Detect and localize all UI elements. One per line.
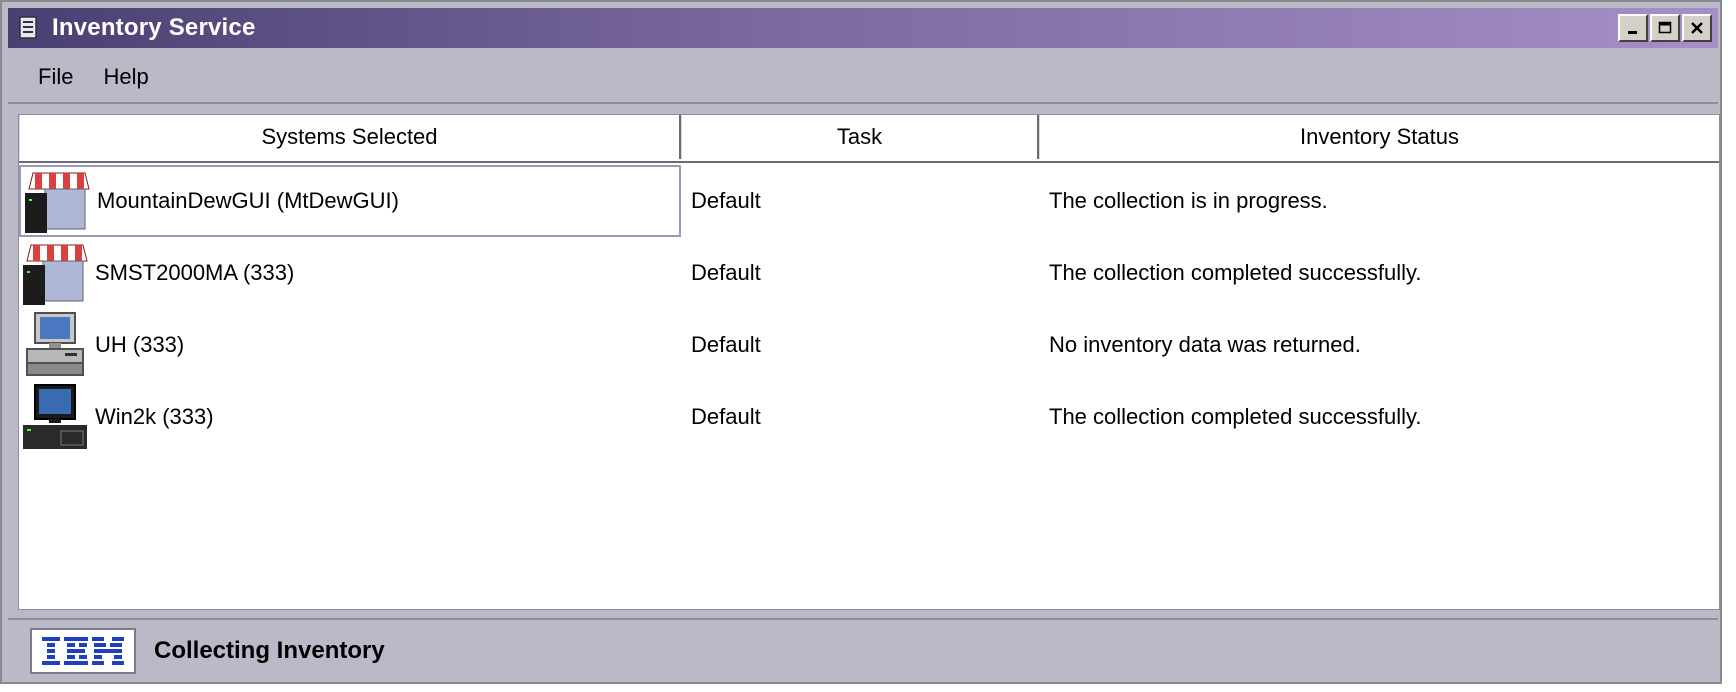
minimize-icon [1628, 31, 1637, 34]
task-cell: Default [691, 188, 761, 213]
task-cell: Default [691, 404, 761, 429]
store-server-icon [21, 165, 93, 237]
table-header: Systems Selected Task Inventory Status [19, 115, 1719, 163]
table-row[interactable]: UH (333) Default No inventory data was r… [19, 309, 1719, 381]
status-cell: No inventory data was returned. [1049, 332, 1361, 357]
ibm-logo-icon [42, 637, 124, 665]
maximize-button[interactable] [1650, 14, 1680, 42]
table-row[interactable]: Win2k (333) Default The collection compl… [19, 381, 1719, 453]
close-icon [1691, 22, 1703, 34]
menu-bar: File Help [8, 52, 1718, 104]
store-server-icon [19, 237, 91, 309]
desktop-computer-icon [19, 381, 91, 453]
system-cell[interactable]: UH (333) [19, 309, 681, 381]
status-bar: Collecting Inventory [8, 618, 1718, 682]
status-cell: The collection completed successfully. [1049, 404, 1422, 429]
window-controls [1618, 14, 1712, 42]
maximize-icon [1658, 21, 1672, 34]
window-title: Inventory Service [52, 14, 256, 41]
title-bar[interactable]: Inventory Service [8, 8, 1718, 48]
systems-table: Systems Selected Task Inventory Status M… [18, 114, 1720, 610]
status-cell: The collection completed successfully. [1049, 260, 1422, 285]
table-row[interactable]: SMST2000MA (333) Default The collection … [19, 237, 1719, 309]
system-name: Win2k (333) [95, 404, 214, 429]
system-cell[interactable]: SMST2000MA (333) [19, 237, 681, 309]
ibm-logo [30, 628, 136, 674]
app-icon[interactable] [16, 15, 42, 41]
column-header-inventory-status[interactable]: Inventory Status [1039, 115, 1719, 159]
system-name: UH (333) [95, 332, 185, 357]
table-row[interactable]: MountainDewGUI (MtDewGUI) Default The co… [19, 165, 1719, 237]
system-cell[interactable]: MountainDewGUI (MtDewGUI) [19, 165, 681, 237]
close-button[interactable] [1682, 14, 1712, 42]
system-name: SMST2000MA (333) [95, 260, 295, 285]
task-cell: Default [691, 332, 761, 357]
minimize-button[interactable] [1618, 14, 1648, 42]
menu-file[interactable]: File [32, 60, 79, 94]
column-header-systems-selected[interactable]: Systems Selected [19, 115, 681, 159]
system-name: MountainDewGUI (MtDewGUI) [97, 188, 399, 213]
desktop-computer-icon [19, 309, 91, 381]
inventory-service-window: Inventory Service File Help Systems Sele… [0, 0, 1722, 684]
task-cell: Default [691, 260, 761, 285]
system-cell[interactable]: Win2k (333) [19, 381, 681, 453]
column-header-task[interactable]: Task [681, 115, 1039, 159]
status-message: Collecting Inventory [154, 637, 385, 664]
status-cell: The collection is in progress. [1049, 188, 1328, 213]
menu-help[interactable]: Help [97, 60, 154, 94]
